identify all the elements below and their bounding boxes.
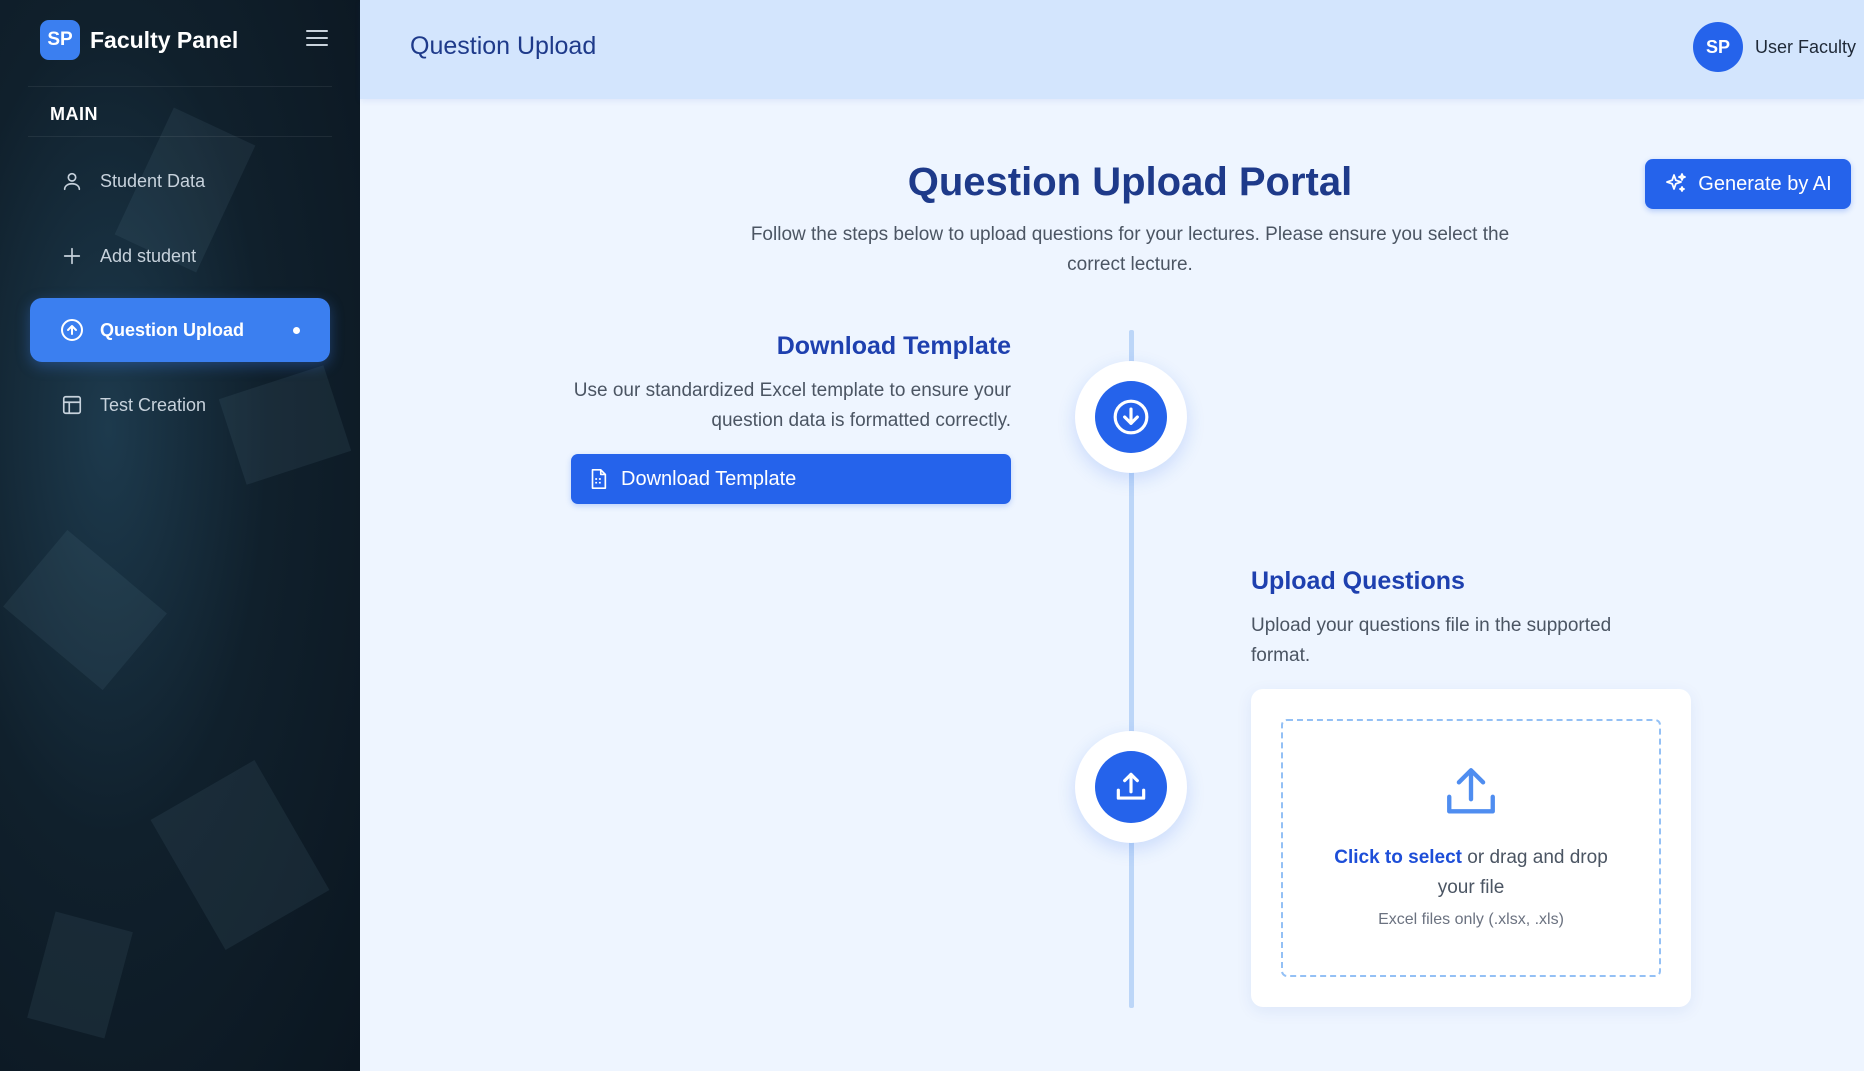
user-icon xyxy=(60,169,84,193)
background-shard xyxy=(150,760,330,950)
download-template-label: Download Template xyxy=(621,467,797,490)
brand-title: Faculty Panel xyxy=(90,26,239,53)
document-icon xyxy=(587,468,609,490)
background-shard xyxy=(3,529,167,691)
sidebar-item-label: Question Upload xyxy=(100,319,244,340)
generate-by-ai-button[interactable]: Generate by AI xyxy=(1645,159,1851,209)
menu-toggle-icon[interactable] xyxy=(306,30,328,48)
avatar[interactable]: SP xyxy=(1692,22,1743,72)
download-template-description: Use our standardized Excel template to e… xyxy=(573,380,1011,431)
background-shard xyxy=(27,911,133,1039)
table-icon xyxy=(60,393,84,417)
sidebar-item-test-creation[interactable]: Test Creation xyxy=(30,373,330,437)
portal-title: Question Upload Portal xyxy=(907,160,1353,204)
upload-questions-heading: Upload Questions xyxy=(1251,567,1465,595)
plus-icon xyxy=(60,244,84,268)
upload-questions-description: Upload your questions file in the suppor… xyxy=(1251,615,1612,666)
user-name: User Faculty xyxy=(1754,36,1856,57)
dropzone-instructions: Click to select or drag and drop your fi… xyxy=(1283,843,1659,903)
portal-description: Follow the steps below to upload questio… xyxy=(750,224,1510,275)
upload-card: Click to select or drag and drop your fi… xyxy=(1251,689,1691,1007)
section-label: MAIN xyxy=(50,104,98,124)
file-type-hint: Excel files only (.xlsx, .xls) xyxy=(1378,911,1564,928)
sidebar-item-label: Add student xyxy=(100,245,197,266)
sparkles-icon xyxy=(1664,172,1688,196)
sidebar-item-student-data[interactable]: Student Data xyxy=(30,149,330,213)
click-to-select-link[interactable]: Click to select xyxy=(1334,847,1462,868)
upload-arrow-icon xyxy=(1095,751,1167,823)
upload-icon xyxy=(1283,763,1659,821)
page-title: Question Upload xyxy=(410,32,597,60)
step-2-marker xyxy=(1075,731,1187,843)
brand: SP Faculty Panel xyxy=(40,20,238,60)
top-header: Question Upload SP User Faculty xyxy=(360,0,1864,99)
download-template-button[interactable]: Download Template xyxy=(571,454,1011,504)
sidebar: SP Faculty Panel MAIN Student Data Add s… xyxy=(0,0,360,1071)
sidebar-item-label: Student Data xyxy=(100,170,206,191)
download-template-heading: Download Template xyxy=(776,332,1011,360)
step-1-marker xyxy=(1075,361,1187,473)
divider xyxy=(28,136,332,137)
download-arrow-icon xyxy=(1095,381,1167,453)
drag-drop-text: or drag and drop your file xyxy=(1437,847,1608,898)
file-dropzone[interactable]: Click to select or drag and drop your fi… xyxy=(1281,719,1661,977)
sidebar-item-add-student[interactable]: Add student xyxy=(30,224,330,288)
user-menu[interactable]: SP User Faculty xyxy=(1692,22,1856,72)
generate-by-ai-label: Generate by AI xyxy=(1698,172,1832,195)
upload-circle-icon xyxy=(60,318,84,342)
sidebar-item-label: Test Creation xyxy=(100,394,207,415)
divider xyxy=(28,86,332,87)
active-indicator-dot xyxy=(293,327,300,334)
brand-logo: SP xyxy=(40,20,80,60)
sidebar-item-question-upload[interactable]: Question Upload xyxy=(30,298,330,362)
